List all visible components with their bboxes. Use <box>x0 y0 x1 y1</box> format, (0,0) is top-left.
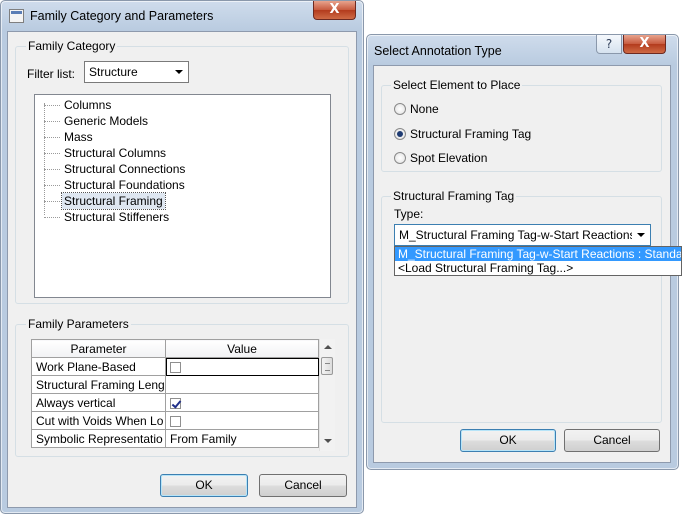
cancel-button[interactable]: Cancel <box>259 474 347 497</box>
tree-item-label: Structural Stiffeners <box>64 210 170 224</box>
family-parameters-group-label: Family Parameters <box>26 317 131 331</box>
radio-structural-framing-tag-button[interactable] <box>394 128 406 140</box>
tree-item-label: Generic Models <box>64 114 149 128</box>
radio-spot-elevation-label: Spot Elevation <box>410 151 488 165</box>
table-row: Structural Framing Leng <box>31 375 319 394</box>
category-tree[interactable]: Columns Generic Models Mass Structural C… <box>34 94 331 298</box>
param-name: Always vertical <box>31 393 166 412</box>
tree-item-label: Columns <box>64 98 112 112</box>
scroll-down-icon[interactable] <box>324 439 332 443</box>
table-row: Work Plane-Based <box>31 357 319 376</box>
filter-list-label: Filter list: <box>27 67 75 81</box>
annotation-dialog-titlebar[interactable]: Select Annotation Type ? X <box>367 35 678 65</box>
select-element-group-label: Select Element to Place <box>391 78 523 92</box>
ok-button[interactable]: OK <box>160 474 248 497</box>
table-row: Always vertical <box>31 393 319 412</box>
family-dialog-titlebar[interactable]: Family Category and Parameters X <box>1 1 363 31</box>
table-row: Cut with Voids When Lo <box>31 411 319 430</box>
radio-structural-framing-tag-label: Structural Framing Tag <box>410 127 532 141</box>
chevron-down-icon <box>637 233 645 237</box>
cut-with-voids-checkbox[interactable] <box>170 415 181 427</box>
type-dropdown[interactable]: M_Structural Framing Tag-w-Start Reactio… <box>394 224 651 246</box>
close-icon: X <box>639 36 650 51</box>
help-button[interactable]: ? <box>596 35 622 54</box>
param-name: Cut with Voids When Lo <box>31 411 166 430</box>
family-dialog-client: Family Category Filter list: Structure C… <box>7 31 357 508</box>
tree-item-label: Structural Columns <box>64 146 167 160</box>
radio-spot-elevation-button[interactable] <box>394 152 406 164</box>
close-button[interactable]: X <box>623 35 666 54</box>
work-plane-based-checkbox[interactable] <box>170 361 181 373</box>
param-name: Symbolic Representatio <box>31 429 166 448</box>
structural-framing-tag-group-label: Structural Framing Tag <box>391 189 517 203</box>
parameters-table: Parameter Value Work Plane-Based Structu… <box>31 339 319 448</box>
annotation-dialog-client: Select Element to Place None Structural … <box>373 65 682 463</box>
family-category-dialog: Family Category and Parameters X Family … <box>0 0 364 514</box>
tree-item-label: Structural Connections <box>64 162 186 176</box>
annotation-dialog-title: Select Annotation Type <box>374 44 502 58</box>
param-value[interactable] <box>165 411 319 430</box>
dropdown-item-standard[interactable]: M_Structural Framing Tag-w-Start Reactio… <box>395 247 681 261</box>
param-value[interactable] <box>165 393 319 412</box>
parameters-grid: Parameter Value Work Plane-Based Structu… <box>31 339 335 451</box>
tree-guide-line <box>44 103 45 215</box>
parameters-scrollbar[interactable] <box>319 339 335 451</box>
app-icon <box>9 9 24 23</box>
param-name: Work Plane-Based <box>31 357 166 376</box>
dropdown-item-load-tag[interactable]: <Load Structural Framing Tag...> <box>395 261 681 275</box>
param-value[interactable] <box>165 357 319 376</box>
column-header-parameter[interactable]: Parameter <box>31 339 166 358</box>
type-label: Type: <box>394 207 424 221</box>
always-vertical-checkbox[interactable] <box>170 397 181 409</box>
column-header-value[interactable]: Value <box>165 339 319 358</box>
radio-none-button[interactable] <box>394 103 406 115</box>
param-name: Structural Framing Leng <box>31 375 166 394</box>
cancel-button[interactable]: Cancel <box>564 429 660 452</box>
scroll-thumb[interactable] <box>321 357 333 375</box>
type-dropdown-value: M_Structural Framing Tag-w-Start Reactio… <box>399 228 632 242</box>
radio-none-label: None <box>410 102 439 116</box>
tree-item-label: Structural Framing <box>61 192 166 210</box>
family-dialog-title: Family Category and Parameters <box>30 9 214 23</box>
select-annotation-dialog: Select Annotation Type ? X Select Elemen… <box>366 34 682 470</box>
table-row: Symbolic Representatio From Family <box>31 429 319 448</box>
chevron-down-icon <box>175 70 183 74</box>
tree-item-label: Structural Foundations <box>64 178 185 192</box>
family-category-group-label: Family Category <box>26 39 118 53</box>
close-icon: X <box>329 2 340 17</box>
param-value[interactable] <box>165 375 319 394</box>
ok-button[interactable]: OK <box>460 429 556 452</box>
close-button[interactable]: X <box>313 1 356 20</box>
param-value[interactable]: From Family <box>165 429 319 448</box>
scroll-up-icon[interactable] <box>324 345 332 349</box>
filter-list-value: Structure <box>89 65 138 79</box>
tree-item-label: Mass <box>64 130 93 144</box>
type-dropdown-list: M_Structural Framing Tag-w-Start Reactio… <box>394 246 682 276</box>
help-icon: ? <box>605 37 613 51</box>
filter-list-dropdown[interactable]: Structure <box>84 61 189 83</box>
table-header-row: Parameter Value <box>31 339 319 358</box>
